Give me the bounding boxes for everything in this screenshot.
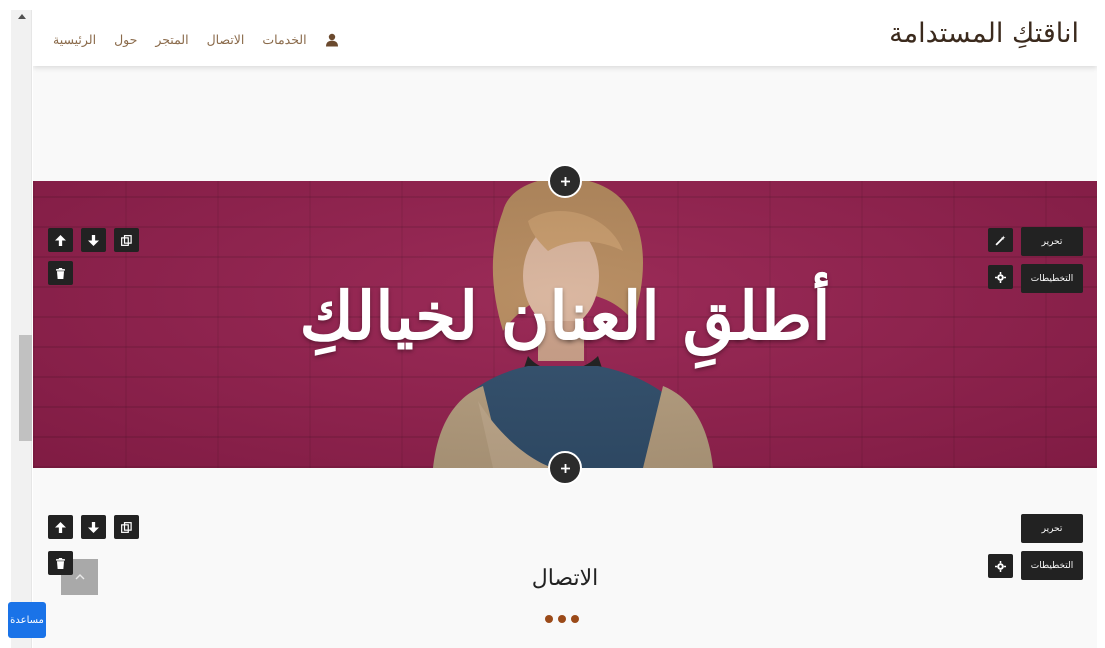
nav-item-about[interactable]: حول <box>114 32 137 47</box>
duplicate-button-2[interactable] <box>114 515 139 539</box>
arrow-down-icon <box>88 234 99 246</box>
edit-button-2[interactable]: تحرير <box>1021 514 1083 543</box>
hero-banner[interactable]: أطلقِ العنان لخيالكِ تحرير التخطيطات <box>33 181 1097 468</box>
section-divider-dots <box>545 615 579 623</box>
scrollbar-thumb[interactable] <box>19 335 32 441</box>
move-down-button-2[interactable] <box>81 515 106 539</box>
plus-icon <box>560 176 570 186</box>
hero-title[interactable]: أطلقِ العنان لخيالكِ <box>33 277 1097 355</box>
delete-button-2[interactable] <box>48 551 73 575</box>
trash-icon <box>56 557 65 569</box>
arrow-up-icon <box>55 521 66 533</box>
nav-item-store[interactable]: المتجر <box>155 32 188 47</box>
duplicate-button[interactable] <box>114 228 139 252</box>
arrow-down-icon <box>88 521 99 533</box>
nav-item-contact[interactable]: الاتصال <box>207 32 245 47</box>
style-button[interactable] <box>988 228 1013 252</box>
contact-section-title: الاتصال <box>531 566 599 591</box>
plus-icon <box>560 463 570 473</box>
nav-item-home[interactable]: الرئيسية <box>53 32 96 47</box>
nav-item-services[interactable]: الخدمات <box>262 32 306 47</box>
copy-icon <box>121 234 132 246</box>
arrow-up-icon <box>55 234 66 246</box>
move-down-button[interactable] <box>81 228 106 252</box>
chevron-up-icon <box>75 574 84 580</box>
add-section-button[interactable] <box>548 164 582 198</box>
brand-title[interactable]: اناقتكِ المستدامة <box>889 18 1079 49</box>
copy-icon <box>121 521 132 533</box>
help-button[interactable]: مساعدة <box>8 602 46 638</box>
top-navbar: اناقتكِ المستدامة الرئيسية حول المتجر ال… <box>33 10 1097 66</box>
page-scrollbar[interactable] <box>11 10 32 648</box>
nav-links: الرئيسية حول المتجر الاتصال الخدمات <box>53 29 339 49</box>
move-up-button[interactable] <box>48 228 73 252</box>
add-section-button-below[interactable] <box>548 451 582 485</box>
edit-button[interactable]: تحرير <box>1021 227 1083 256</box>
page-viewport: اناقتكِ المستدامة الرئيسية حول المتجر ال… <box>33 10 1097 648</box>
move-up-button-2[interactable] <box>48 515 73 539</box>
user-icon[interactable] <box>325 32 339 47</box>
scroll-up-arrow-icon[interactable] <box>18 14 26 19</box>
magic-wand-icon <box>995 235 1006 246</box>
